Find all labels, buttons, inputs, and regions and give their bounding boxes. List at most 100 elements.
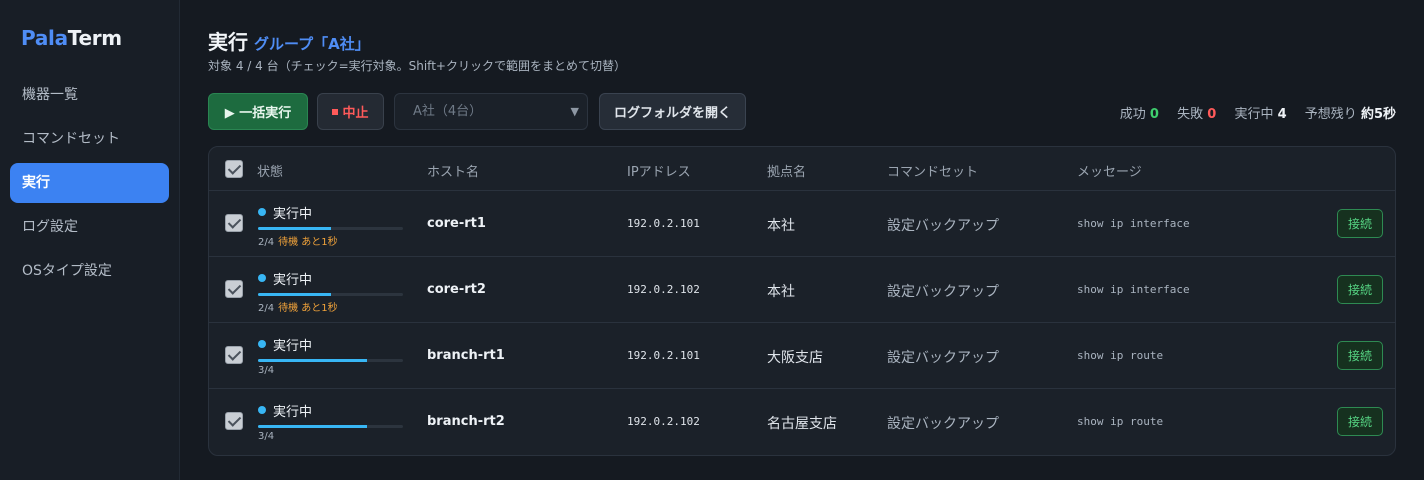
- status-text: 実行中: [273, 339, 313, 354]
- run-stats: 成功 0 失敗 0 実行中 4 予想残り 約5秒: [1120, 103, 1396, 122]
- stop-label: 中止: [342, 106, 369, 121]
- header-host: ホスト名: [427, 165, 480, 180]
- page-title-text: 実行: [208, 30, 248, 54]
- sidebar-item-command-sets[interactable]: コマンドセット: [10, 119, 169, 159]
- message-text: show ip route: [1077, 349, 1164, 362]
- stat-success-label: 成功: [1119, 107, 1146, 122]
- host-name: core-rt1: [427, 216, 486, 231]
- table-header: 状態 ホスト名 IPアドレス 拠点名 コマンドセット メッセージ: [209, 147, 1395, 191]
- message-text: show ip interface: [1077, 217, 1190, 230]
- sidebar-item-devices[interactable]: 機器一覧: [10, 75, 169, 115]
- progress-info: 2/4 待機 あと1秒: [258, 299, 338, 314]
- progress-info: 3/4: [258, 431, 278, 442]
- running-status-icon: [258, 208, 266, 216]
- running-status-icon: [258, 274, 266, 282]
- progress-text: 2/4: [258, 303, 275, 314]
- table-row: 実行中 2/4 待機 あと1秒 core-rt1 192.0.2.101 本社 設…: [209, 191, 1395, 257]
- progress-fill: [258, 425, 367, 428]
- group-select[interactable]: A社（4台） ▼: [394, 93, 588, 130]
- sidebar-item-log-settings[interactable]: ログ設定: [10, 207, 169, 247]
- sidebar: PalaTerm 機器一覧 コマンドセット 実行 ログ設定 OSタイプ設定: [0, 0, 180, 480]
- command-set-name: 設定バックアップ: [887, 218, 999, 234]
- group-select-value: A社（4台）: [413, 104, 483, 119]
- connect-button[interactable]: 接続: [1337, 407, 1383, 436]
- wait-text: 待機 あと1秒: [278, 237, 338, 248]
- open-log-folder-button[interactable]: ログフォルダを開く: [599, 93, 746, 130]
- table-row: 実行中 3/4 branch-rt2 192.0.2.102 名古屋支店 設定バ…: [209, 389, 1395, 455]
- host-name: branch-rt1: [427, 348, 505, 363]
- progress-info: 2/4 待機 あと1秒: [258, 233, 338, 248]
- progress-bar: [258, 227, 403, 230]
- running-status-icon: [258, 406, 266, 414]
- stop-icon: [332, 108, 339, 115]
- progress-info: 3/4: [258, 365, 278, 376]
- header-command-set: コマンドセット: [887, 165, 979, 180]
- chevron-down-icon: ▼: [570, 105, 579, 118]
- progress-text: 3/4: [258, 431, 275, 442]
- progress-bar: [258, 359, 403, 362]
- row-checkbox[interactable]: [225, 412, 243, 430]
- stat-running: 実行中 4: [1234, 107, 1286, 122]
- ip-address: 192.0.2.101: [627, 349, 700, 362]
- sidebar-item-execute[interactable]: 実行: [10, 163, 169, 203]
- header-site: 拠点名: [767, 165, 807, 180]
- progress-fill: [258, 293, 331, 296]
- stat-running-value: 4: [1277, 107, 1287, 122]
- wait-text: 待機 あと1秒: [278, 303, 338, 314]
- site-name: 本社: [767, 218, 795, 234]
- host-name: core-rt2: [427, 282, 486, 297]
- group-label: グループ「A社」: [254, 35, 370, 53]
- stat-fail-value: 0: [1207, 107, 1217, 122]
- running-status-icon: [258, 340, 266, 348]
- target-summary: 対象 4 / 4 台（チェック=実行対象。Shift+クリックで範囲をまとめて切…: [208, 59, 626, 73]
- status-text: 実行中: [273, 207, 313, 222]
- stat-success: 成功 0: [1120, 107, 1159, 122]
- progress-text: 3/4: [258, 365, 275, 376]
- command-set-name: 設定バックアップ: [887, 416, 999, 432]
- site-name: 名古屋支店: [767, 416, 837, 432]
- logo-part-pala: Pala: [21, 26, 68, 50]
- app-logo: PalaTerm: [21, 26, 122, 50]
- status-text: 実行中: [273, 405, 313, 420]
- ip-address: 192.0.2.102: [627, 415, 700, 428]
- ip-address: 192.0.2.102: [627, 283, 700, 296]
- progress-fill: [258, 359, 367, 362]
- row-checkbox[interactable]: [225, 346, 243, 364]
- progress-bar: [258, 425, 403, 428]
- run-all-button[interactable]: ▶ 一括実行: [208, 93, 308, 130]
- row-checkbox[interactable]: [225, 214, 243, 232]
- host-name: branch-rt2: [427, 414, 505, 429]
- stat-fail: 失敗 0: [1177, 107, 1216, 122]
- device-table: 状態 ホスト名 IPアドレス 拠点名 コマンドセット メッセージ 実行中 2/4…: [208, 146, 1396, 456]
- connect-button[interactable]: 接続: [1337, 209, 1383, 238]
- progress-fill: [258, 227, 331, 230]
- command-set-name: 設定バックアップ: [887, 284, 999, 300]
- logo-part-term: Term: [67, 26, 122, 50]
- connect-button[interactable]: 接続: [1337, 275, 1383, 304]
- stop-button[interactable]: 中止: [317, 93, 384, 130]
- stat-running-label: 実行中: [1234, 107, 1274, 122]
- ip-address: 192.0.2.101: [627, 217, 700, 230]
- stat-eta-value: 約5秒: [1360, 107, 1396, 122]
- page-title: 実行 グループ「A社」: [208, 26, 370, 55]
- stat-eta: 予想残り 約5秒: [1305, 107, 1396, 122]
- select-all-checkbox[interactable]: [225, 160, 243, 178]
- header-status: 状態: [257, 165, 284, 180]
- progress-text: 2/4: [258, 237, 275, 248]
- message-text: show ip interface: [1077, 283, 1190, 296]
- main-content: 実行 グループ「A社」 対象 4 / 4 台（チェック=実行対象。Shift+クリ…: [180, 0, 1424, 480]
- stat-success-value: 0: [1149, 107, 1159, 122]
- connect-button[interactable]: 接続: [1337, 341, 1383, 370]
- sidebar-item-os-type-settings[interactable]: OSタイプ設定: [10, 251, 169, 291]
- header-message: メッセージ: [1077, 165, 1142, 180]
- table-row: 実行中 3/4 branch-rt1 192.0.2.101 大阪支店 設定バッ…: [209, 323, 1395, 389]
- status-text: 実行中: [273, 273, 313, 288]
- site-name: 大阪支店: [767, 350, 823, 366]
- message-text: show ip route: [1077, 415, 1164, 428]
- row-checkbox[interactable]: [225, 280, 243, 298]
- stat-eta-label: 予想残り: [1304, 107, 1357, 122]
- command-set-name: 設定バックアップ: [887, 350, 999, 366]
- progress-bar: [258, 293, 403, 296]
- header-ip: IPアドレス: [627, 165, 691, 180]
- table-row: 実行中 2/4 待機 あと1秒 core-rt2 192.0.2.102 本社 設…: [209, 257, 1395, 323]
